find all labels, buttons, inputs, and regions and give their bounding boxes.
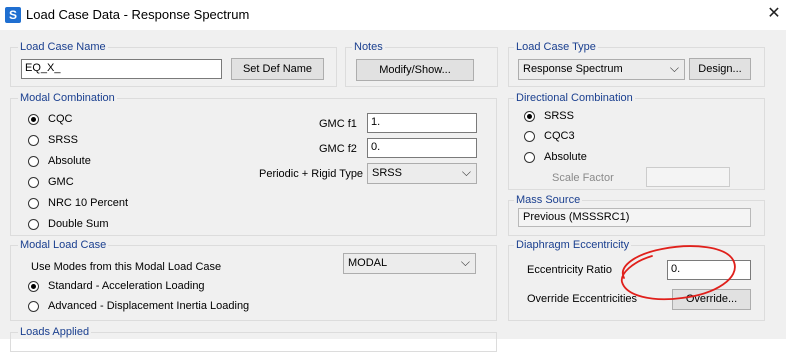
notes-label: Notes [352, 41, 385, 53]
periodic-rigid-type-select[interactable]: SRSS ⌵ [367, 163, 477, 184]
radio-dot [524, 152, 535, 163]
radio-label: CQC [48, 113, 73, 125]
radio-dot [28, 198, 39, 209]
radio-label: SRSS [48, 134, 78, 146]
title-bar: S Load Case Data - Response Spectrum ✕ [0, 0, 786, 30]
radio-dot [28, 177, 39, 188]
radio-dot [28, 156, 39, 167]
radio-label: Double Sum [48, 218, 109, 230]
periodic-rigid-type-label: Periodic + Rigid Type [259, 168, 364, 180]
gmc-f1-input[interactable]: 1. [367, 113, 477, 133]
radio-label: CQC3 [544, 130, 575, 142]
eccentricity-ratio-label: Eccentricity Ratio [527, 264, 612, 276]
radio-label: NRC 10 Percent [48, 197, 129, 209]
use-modes-label: Use Modes from this Modal Load Case [31, 261, 222, 273]
load-case-type-label: Load Case Type [514, 41, 598, 53]
periodic-rigid-type-value: SRSS [372, 167, 402, 179]
annotation-circle [620, 245, 736, 301]
chevron-down-icon: ⌵ [461, 165, 471, 179]
radio-label: Absolute [48, 155, 91, 167]
radio-label: GMC [48, 176, 74, 188]
chevron-down-icon: ⌵ [669, 61, 679, 75]
radio-dot [28, 281, 39, 292]
dialog-body: Load Case Name EQ_X_ Set Def Name Notes … [0, 30, 786, 352]
diaphragm-eccentricity-label: Diaphragm Eccentricity [514, 239, 632, 251]
radio-label: SRSS [544, 110, 574, 122]
radio-dot [28, 219, 39, 230]
gmc-f2-input[interactable]: 0. [367, 138, 477, 158]
radio-label: Advanced - Displacement Inertia Loading [48, 300, 250, 312]
radio-label: Absolute [544, 151, 587, 163]
modify-show-button[interactable]: Modify/Show... [356, 59, 474, 81]
radio-dot [28, 135, 39, 146]
app-icon: S [5, 7, 21, 23]
gmc-f1-label: GMC f1 [319, 118, 357, 130]
gmc-f2-label: GMC f2 [319, 143, 357, 155]
set-def-name-button[interactable]: Set Def Name [231, 58, 324, 80]
chevron-down-icon: ⌵ [460, 255, 470, 269]
radio-dot [28, 301, 39, 312]
radio-dot [28, 114, 39, 125]
radio-dot [524, 111, 535, 122]
load-case-name-label: Load Case Name [18, 41, 108, 53]
mass-source-value: Previous (MSSSRC1) [518, 208, 751, 227]
modal-load-case-select[interactable]: MODAL ⌵ [343, 253, 476, 274]
modal-load-case-label: Modal Load Case [18, 239, 109, 251]
loads-applied-label: Loads Applied [18, 326, 92, 338]
scale-factor-input [646, 167, 730, 187]
load-case-type-select[interactable]: Response Spectrum ⌵ [518, 59, 685, 80]
radio-dot [524, 131, 535, 142]
mass-source-label: Mass Source [514, 194, 583, 206]
directional-combination-label: Directional Combination [514, 92, 635, 104]
design-button[interactable]: Design... [689, 58, 751, 80]
modal-load-case-value: MODAL [348, 257, 388, 269]
load-case-type-value: Response Spectrum [523, 63, 623, 75]
window-title: Load Case Data - Response Spectrum [26, 7, 250, 22]
radio-label: Standard - Acceleration Loading [48, 280, 205, 292]
scale-factor-label: Scale Factor [552, 172, 614, 184]
load-case-name-input[interactable]: EQ_X_ [21, 59, 222, 79]
close-icon[interactable]: ✕ [762, 3, 786, 27]
modal-combination-label: Modal Combination [18, 92, 117, 104]
